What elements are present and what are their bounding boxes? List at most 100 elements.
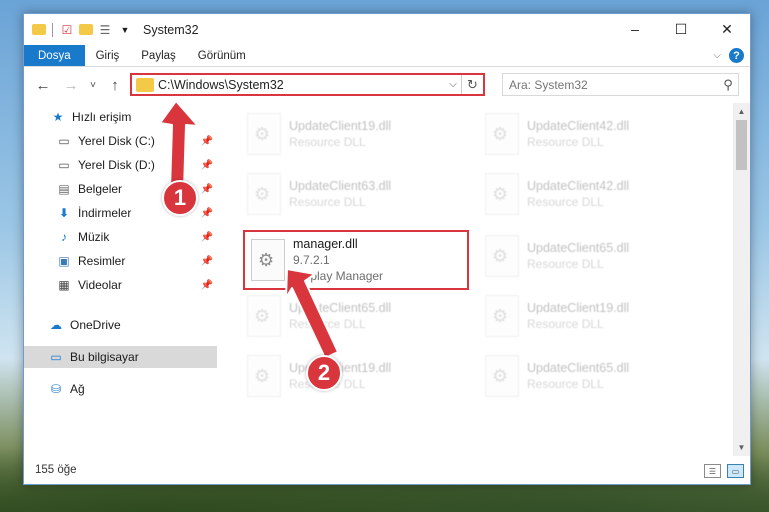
content-area: ★ Hızlı erişim ▭ Yerel Disk (C:) 📌 ▭ Yer…: [24, 103, 750, 456]
scroll-thumb[interactable]: [736, 120, 747, 170]
folder-icon: [32, 24, 46, 35]
scroll-up-icon[interactable]: ▲: [733, 103, 750, 120]
ribbon-tabs: Dosya Giriş Paylaş Görünüm ⌵ ?: [24, 45, 750, 67]
file-name: UpdateClient63.dll: [289, 179, 392, 193]
window-title: System32: [143, 22, 199, 37]
sidebar-item-label: Resimler: [78, 254, 126, 268]
pin-icon[interactable]: 📌: [201, 208, 213, 219]
chevron-down-icon[interactable]: ⌵: [445, 79, 461, 90]
file-description: Resource DLL: [289, 317, 366, 331]
file-description: Resource DLL: [289, 135, 366, 149]
file-item[interactable]: UpdateClient65.dll Resource DLL: [479, 347, 704, 405]
pin-icon[interactable]: 📌: [201, 280, 213, 291]
pin-icon[interactable]: 📌: [201, 232, 213, 243]
video-icon: ▦: [58, 278, 70, 292]
file-item-manager-dll[interactable]: manager.dll 9.7.2.1 Display Manager: [243, 230, 469, 290]
dll-file-icon: [485, 173, 519, 215]
star-icon: ★: [52, 110, 64, 124]
vertical-scrollbar[interactable]: ▲ ▼: [733, 103, 750, 456]
sidebar-item-quick-access[interactable]: ★ Hızlı erişim: [24, 106, 217, 128]
computer-icon: ▭: [50, 350, 62, 364]
explorer-window: ☑ ☰ ▼ System32 – ☐ ✕ Dosya Giriş Paylaş …: [23, 13, 751, 485]
toolbar-divider: [52, 22, 53, 37]
sidebar-item-label: OneDrive: [70, 318, 121, 332]
recent-locations-button[interactable]: ˅: [82, 74, 104, 96]
up-button[interactable]: ↑: [104, 74, 126, 96]
quick-access-toolbar: ☑ ☰ ▼: [24, 22, 133, 38]
navigation-bar: ← → ˅ ↑ C:\Windows\System32 ⌵ ↻ ⚲: [24, 67, 750, 103]
sidebar-item-local-disk-d[interactable]: ▭ Yerel Disk (D:) 📌: [24, 154, 217, 176]
details-view-icon[interactable]: ☰: [704, 464, 721, 478]
large-icons-view-icon[interactable]: ▭: [727, 464, 744, 478]
address-path[interactable]: C:\Windows\System32: [158, 78, 445, 92]
file-name: UpdateClient65.dll: [527, 361, 630, 375]
file-item[interactable]: UpdateClient19.dllResource DLL: [241, 105, 466, 163]
forward-button[interactable]: →: [60, 74, 82, 96]
minimize-button[interactable]: –: [612, 14, 658, 44]
pin-icon[interactable]: 📌: [201, 136, 213, 147]
dll-file-icon: [485, 113, 519, 155]
cloud-icon: ☁: [50, 318, 62, 332]
sidebar-item-local-disk-c[interactable]: ▭ Yerel Disk (C:) 📌: [24, 130, 217, 152]
music-icon: ♪: [61, 230, 67, 244]
sidebar-item-this-pc[interactable]: ▭ Bu bilgisayar: [24, 346, 217, 368]
window-controls: – ☐ ✕: [612, 14, 750, 44]
close-button[interactable]: ✕: [704, 14, 750, 44]
sidebar-item-onedrive[interactable]: ☁ OneDrive: [24, 314, 217, 336]
document-icon: ▤: [58, 182, 70, 196]
pin-icon[interactable]: 📌: [201, 256, 213, 267]
file-item[interactable]: UpdateClient42.dll Resource DLL: [479, 105, 704, 163]
maximize-button[interactable]: ☐: [658, 14, 704, 44]
address-bar[interactable]: C:\Windows\System32 ⌵ ↻: [130, 73, 485, 96]
search-box[interactable]: ⚲: [502, 73, 739, 96]
sidebar-item-pictures[interactable]: ▣ Resimler 📌: [24, 250, 217, 272]
back-button[interactable]: ←: [32, 74, 54, 96]
new-folder-icon[interactable]: [79, 24, 93, 35]
file-item[interactable]: UpdateClient65.dll Resource DLL: [241, 287, 466, 345]
dll-file-icon: [485, 355, 519, 397]
dll-file-icon: [247, 113, 281, 155]
help-icon[interactable]: ?: [729, 48, 744, 63]
item-count: 155 öğe: [35, 464, 77, 476]
tab-gorunum[interactable]: Görünüm: [187, 45, 257, 66]
navigation-pane: ★ Hızlı erişim ▭ Yerel Disk (C:) 📌 ▭ Yer…: [24, 103, 217, 456]
sidebar-item-network[interactable]: ⛁ Ağ: [24, 378, 217, 400]
dll-file-icon: [247, 355, 281, 397]
file-description: Resource DLL: [527, 135, 604, 149]
sidebar-item-videos[interactable]: ▦ Videolar 📌: [24, 274, 217, 296]
file-item[interactable]: UpdateClient65.dll Resource DLL: [479, 227, 704, 285]
file-item[interactable]: UpdateClient63.dll Resource DLL: [241, 165, 466, 223]
tab-dosya[interactable]: Dosya: [24, 45, 85, 66]
sidebar-item-music[interactable]: ♪ Müzik 📌: [24, 226, 217, 248]
pin-icon[interactable]: 📌: [201, 160, 213, 171]
sidebar-item-label: Videolar: [78, 278, 122, 292]
pin-icon[interactable]: 📌: [201, 184, 213, 195]
dll-file-icon: [247, 295, 281, 337]
folder-icon: [136, 77, 154, 92]
search-icon[interactable]: ⚲: [718, 77, 738, 93]
file-description: Resource DLL: [527, 257, 604, 271]
file-list: UpdateClient19.dll Resource DLL UpdateCli…: [217, 103, 750, 456]
expand-ribbon-icon[interactable]: ⌵: [713, 50, 721, 61]
search-input[interactable]: [509, 77, 718, 92]
tab-paylas[interactable]: Paylaş: [130, 45, 187, 66]
file-name: UpdateClient19.dll: [527, 301, 630, 315]
scroll-down-icon[interactable]: ▼: [733, 439, 750, 456]
file-item[interactable]: UpdateClient42.dll Resource DLL: [479, 165, 704, 223]
file-name: UpdateClient42.dll: [527, 179, 630, 193]
step-badge-1: 1: [162, 180, 198, 216]
file-item[interactable]: UpdateClient19.dllResource DLL: [479, 287, 704, 345]
chevron-down-icon[interactable]: ▼: [117, 22, 133, 38]
properties-icon[interactable]: ☑: [59, 22, 75, 38]
tab-giris[interactable]: Giriş: [85, 45, 131, 66]
download-icon: ⬇: [58, 206, 70, 220]
dll-file-icon: [251, 239, 285, 281]
view-buttons: ☰ ▭: [704, 464, 744, 478]
file-name: UpdateClient65.dll: [527, 241, 630, 255]
file-item[interactable]: UpdateClient19.dllResource DLL: [241, 347, 466, 405]
network-icon: ⛁: [50, 382, 62, 396]
file-name: UpdateClient65.dll: [289, 301, 392, 315]
refresh-button[interactable]: ↻: [461, 75, 483, 94]
customize-toolbar-icon[interactable]: ☰: [97, 22, 113, 38]
file-description: Display Manager: [293, 269, 384, 283]
